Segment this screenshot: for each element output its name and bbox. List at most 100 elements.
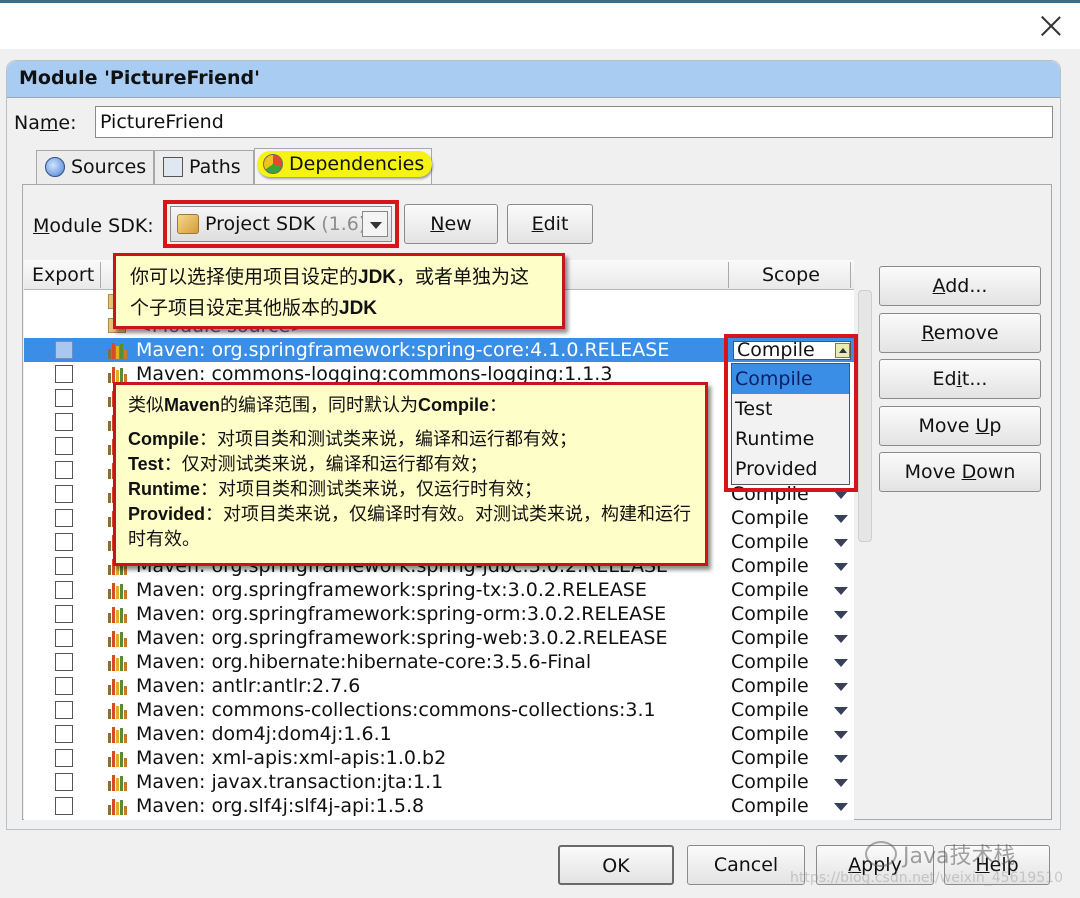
scope-select[interactable]: Compile [731,770,809,794]
export-checkbox[interactable] [55,581,73,599]
export-checkbox[interactable] [55,749,73,767]
chevron-down-icon[interactable] [834,635,848,643]
tab-sources[interactable]: Sources [36,150,154,184]
export-checkbox[interactable] [55,365,73,383]
scope-select[interactable]: Compile [731,794,809,818]
module-name-input[interactable] [95,106,1053,138]
cancel-button[interactable]: Cancel [687,845,805,885]
callout-bold: Maven [164,395,221,415]
chevron-down-icon[interactable] [834,539,848,547]
column-divider[interactable] [100,262,101,288]
scope-annotation-callout: 类似Maven的编译范围，同时默认为Compile： Compile：对项目类和… [113,382,708,566]
callout-line-provided: Provided：对项目类来说，仅编译时有效。对测试类来说，构建和运行时有效。 [128,502,693,552]
export-checkbox[interactable] [55,677,73,695]
paths-icon [163,157,183,177]
new-sdk-button[interactable]: New [404,204,498,244]
table-row[interactable]: Maven: xml-apis:xml-apis:1.0.b2 Compile [24,746,854,770]
scope-select[interactable]: Compile [731,698,809,722]
add-button[interactable]: Add... [879,266,1041,306]
dependency-name: Maven: org.slf4j:slf4j-api:1.5.8 [136,795,425,817]
export-checkbox[interactable] [55,533,73,551]
scope-select[interactable]: Compile [731,578,809,602]
edit-sdk-button[interactable]: Edit [507,204,593,244]
chevron-down-icon[interactable] [834,731,848,739]
export-checkbox[interactable] [55,461,73,479]
export-checkbox[interactable] [55,413,73,431]
export-checkbox[interactable] [55,389,73,407]
table-row[interactable]: Maven: org.springframework:spring-web:3.… [24,626,854,650]
close-icon[interactable] [1040,15,1062,37]
move-up-button[interactable]: Move Up [879,406,1041,446]
button-label: pply [861,854,902,876]
chevron-down-icon[interactable] [834,515,848,523]
move-down-button[interactable]: Move Down [879,452,1041,492]
name-label-part: e: [58,112,77,134]
export-checkbox[interactable] [55,437,73,455]
export-checkbox[interactable] [55,485,73,503]
table-row[interactable]: Maven: org.springframework:spring-orm:3.… [24,602,854,626]
chevron-down-icon[interactable] [834,491,848,499]
button-label: Move [918,415,976,437]
column-divider[interactable] [850,262,851,288]
tab-paths[interactable]: Paths [154,150,254,184]
scope-select[interactable]: Compile [731,554,809,578]
button-mnemonic: U [975,415,990,437]
scope-select[interactable]: Compile [731,746,809,770]
callout-bold: JDK [339,298,378,319]
export-checkbox[interactable] [55,605,73,623]
chevron-down-icon[interactable] [834,755,848,763]
table-scrollbar[interactable] [858,290,872,542]
table-row[interactable]: Maven: org.springframework:spring-tx:3.0… [24,578,854,602]
tab-label: Dependencies [289,153,425,175]
chevron-down-icon[interactable] [834,779,848,787]
export-checkbox[interactable] [55,725,73,743]
scope-select[interactable]: Compile [731,626,809,650]
callout-bold: Runtime [128,479,200,499]
table-row[interactable]: Maven: commons-collections:commons-colle… [24,698,854,722]
callout-text: ： [489,395,508,416]
export-checkbox[interactable] [55,341,73,359]
callout-bold: Provided [128,504,206,524]
chevron-down-icon[interactable] [834,587,848,595]
column-header-scope[interactable]: Scope [762,264,820,286]
chevron-down-icon[interactable] [834,659,848,667]
table-row[interactable]: Maven: org.hibernate:hibernate-core:3.5.… [24,650,854,674]
panel-header: Module 'PictureFriend' [7,61,1060,98]
edit-button[interactable]: Edit... [879,359,1041,399]
button-mnemonic: H [975,854,990,876]
library-icon [108,798,128,815]
scope-select[interactable]: Compile [731,530,809,554]
remove-button[interactable]: Remove [879,313,1041,353]
chevron-down-icon[interactable] [834,707,848,715]
table-row[interactable]: Maven: javax.transaction:jta:1.1 Compile [24,770,854,794]
export-checkbox[interactable] [55,701,73,719]
table-row[interactable]: Maven: antlr:antlr:2.7.6 Compile [24,674,854,698]
scope-select[interactable]: Compile [731,506,809,530]
chevron-down-icon[interactable] [834,563,848,571]
chevron-down-icon[interactable] [834,683,848,691]
export-checkbox[interactable] [55,509,73,527]
tab-dependencies[interactable]: Dependencies [254,148,433,184]
scope-select[interactable]: Compile [731,602,809,626]
help-button[interactable]: Help [944,845,1050,885]
export-checkbox[interactable] [55,797,73,815]
ok-button[interactable]: OK [558,845,674,885]
scope-select[interactable]: Compile [731,650,809,674]
chevron-down-icon[interactable] [834,611,848,619]
chevron-down-icon[interactable] [834,803,848,811]
table-row[interactable]: Maven: dom4j:dom4j:1.6.1 Compile [24,722,854,746]
scope-highlight-box [724,334,858,492]
name-label-part: Na [14,112,40,134]
callout-text: ：对项目类和测试类来说，仅运行时有效； [200,479,542,500]
column-header-export[interactable]: Export [32,264,94,286]
export-checkbox[interactable] [55,653,73,671]
export-checkbox[interactable] [55,773,73,791]
column-divider[interactable] [728,262,729,288]
export-checkbox[interactable] [55,557,73,575]
apply-button[interactable]: Apply [816,845,934,885]
table-row[interactable]: Maven: org.slf4j:slf4j-api:1.5.8 Compile [24,794,854,818]
sdk-label-mnemonic: M [33,215,50,237]
scope-select[interactable]: Compile [731,722,809,746]
export-checkbox[interactable] [55,629,73,647]
scope-select[interactable]: Compile [731,674,809,698]
